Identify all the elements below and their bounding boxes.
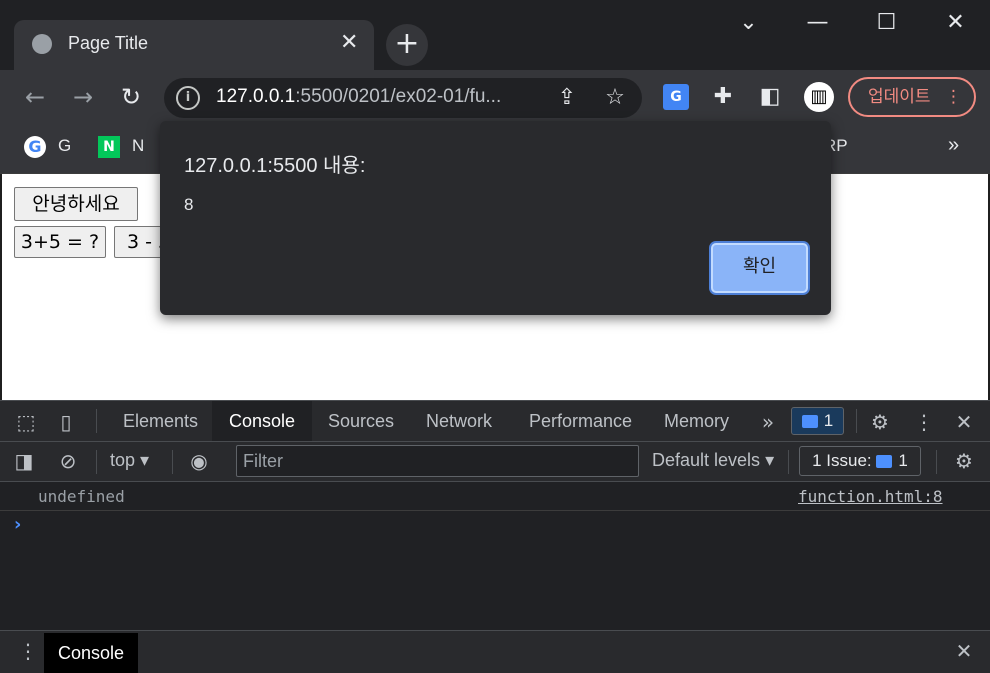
tab-network[interactable]: Network	[409, 401, 509, 441]
drawer-menu-icon[interactable]: ⋮	[14, 637, 42, 665]
bookmarks-more-icon[interactable]: »	[948, 134, 959, 157]
clear-console-icon[interactable]: ⊘	[54, 447, 82, 475]
separator	[96, 450, 97, 474]
console-filter-bar: ◨ ⊘ top ▾ ◉ Filter Default levels ▾ 1 Is…	[0, 442, 990, 482]
back-button[interactable]: ←	[18, 80, 52, 114]
extensions-puzzle-icon[interactable]: ✚	[710, 84, 736, 110]
new-tab-button[interactable]: +	[386, 24, 428, 66]
console-log-row: undefined function.html:8	[0, 482, 990, 511]
issues-count: 1	[898, 451, 908, 470]
context-select[interactable]: top ▾	[110, 450, 149, 471]
eye-icon[interactable]: ◉	[185, 447, 213, 475]
chevron-down-icon[interactable]: ⌄	[714, 0, 783, 46]
maximize-button[interactable]: ☐	[852, 0, 921, 46]
tab-console[interactable]: Console	[212, 401, 313, 441]
google-icon: G	[24, 136, 46, 158]
update-label: 업데이트	[868, 87, 931, 107]
separator	[936, 450, 937, 474]
log-message: undefined	[38, 487, 125, 506]
dialog-message: 8	[184, 195, 194, 214]
minimize-button[interactable]: —	[783, 0, 852, 46]
address-bar[interactable]: i 127.0.0.1:5500/0201/ex02-01/fu... ⇪ ☆	[164, 78, 642, 118]
console-settings-gear-icon[interactable]: ⚙	[950, 447, 978, 475]
device-toolbar-icon[interactable]: ▯	[52, 408, 80, 436]
levels-label: Default levels	[652, 450, 761, 470]
url-host: 127.0.0.1	[216, 86, 296, 107]
tab-close-icon[interactable]: ✕	[340, 30, 358, 55]
issues-button[interactable]: 1 Issue: 1	[799, 446, 921, 476]
kebab-menu-icon[interactable]: ⋮	[910, 408, 938, 436]
update-button[interactable]: 업데이트 ⋮	[848, 77, 976, 117]
tab-title: Page Title	[68, 33, 149, 53]
add-button[interactable]: 3+5 = ?	[14, 226, 106, 258]
browser-tab[interactable]: Page Title ✕	[14, 20, 374, 70]
info-icon[interactable]: i	[176, 86, 200, 110]
log-source-link[interactable]: function.html:8	[798, 487, 943, 506]
issues-label: 1 Issue:	[812, 451, 872, 470]
profile-avatar-icon[interactable]: ▥	[804, 82, 834, 112]
separator	[96, 409, 97, 433]
alert-dialog: 127.0.0.1:5500 내용: 8 확인	[160, 121, 831, 315]
tab-sources[interactable]: Sources	[311, 401, 411, 441]
bookmark-google[interactable]: G	[58, 136, 71, 156]
devtools-tab-strip: ⬚ ▯ Elements Console Sources Network Per…	[0, 400, 990, 442]
separator	[172, 450, 173, 474]
title-bar: Page Title ✕ + ⌄ — ☐ ✕	[0, 0, 990, 70]
menu-dots-icon: ⋮	[945, 87, 962, 107]
devtools-drawer: ⋮ Console ✕	[0, 630, 990, 673]
url-path: :5500/0201/ex02-01/fu...	[295, 86, 502, 107]
forward-button[interactable]: →	[66, 80, 100, 114]
drawer-tab-console[interactable]: Console	[44, 633, 139, 673]
google-translate-icon[interactable]: G	[663, 84, 689, 110]
issues-badge[interactable]: 1	[791, 407, 844, 435]
tab-elements[interactable]: Elements	[106, 401, 215, 441]
bookmark-star-icon[interactable]: ☆	[602, 85, 628, 111]
more-tabs-icon[interactable]: »	[754, 408, 782, 436]
bookmark-naver[interactable]: N	[132, 136, 144, 156]
ok-button[interactable]: 확인	[711, 243, 808, 293]
side-panel-icon[interactable]: ◧	[757, 84, 783, 110]
share-icon[interactable]: ⇪	[554, 85, 580, 111]
reload-button[interactable]: ↻	[114, 80, 148, 114]
issues-badge-count: 1	[823, 411, 834, 430]
close-drawer-icon[interactable]: ✕	[950, 637, 978, 665]
inspect-element-icon[interactable]: ⬚	[12, 408, 40, 436]
globe-icon	[32, 34, 52, 54]
gear-icon[interactable]: ⚙	[866, 408, 894, 436]
levels-select[interactable]: Default levels ▾	[652, 450, 774, 471]
filter-input[interactable]: Filter	[236, 445, 639, 477]
message-icon	[876, 455, 893, 469]
separator	[856, 409, 857, 433]
separator	[788, 450, 789, 474]
message-icon	[801, 415, 818, 429]
context-label: top	[110, 450, 136, 470]
tab-performance[interactable]: Performance	[512, 401, 649, 441]
hello-button[interactable]: 안녕하세요	[14, 187, 138, 221]
dialog-title: 127.0.0.1:5500 내용:	[184, 155, 366, 177]
sidebar-toggle-icon[interactable]: ◨	[10, 447, 38, 475]
url-text[interactable]: 127.0.0.1:5500/0201/ex02-01/fu...	[216, 86, 501, 108]
console-prompt[interactable]: ›	[14, 514, 21, 535]
close-window-button[interactable]: ✕	[921, 0, 990, 46]
console-output: undefined function.html:8 ›	[0, 482, 990, 630]
browser-toolbar: ← → ↻ i 127.0.0.1:5500/0201/ex02-01/fu..…	[0, 70, 990, 124]
naver-icon: N	[98, 136, 120, 158]
close-devtools-icon[interactable]: ✕	[950, 408, 978, 436]
tab-memory[interactable]: Memory	[647, 401, 746, 441]
